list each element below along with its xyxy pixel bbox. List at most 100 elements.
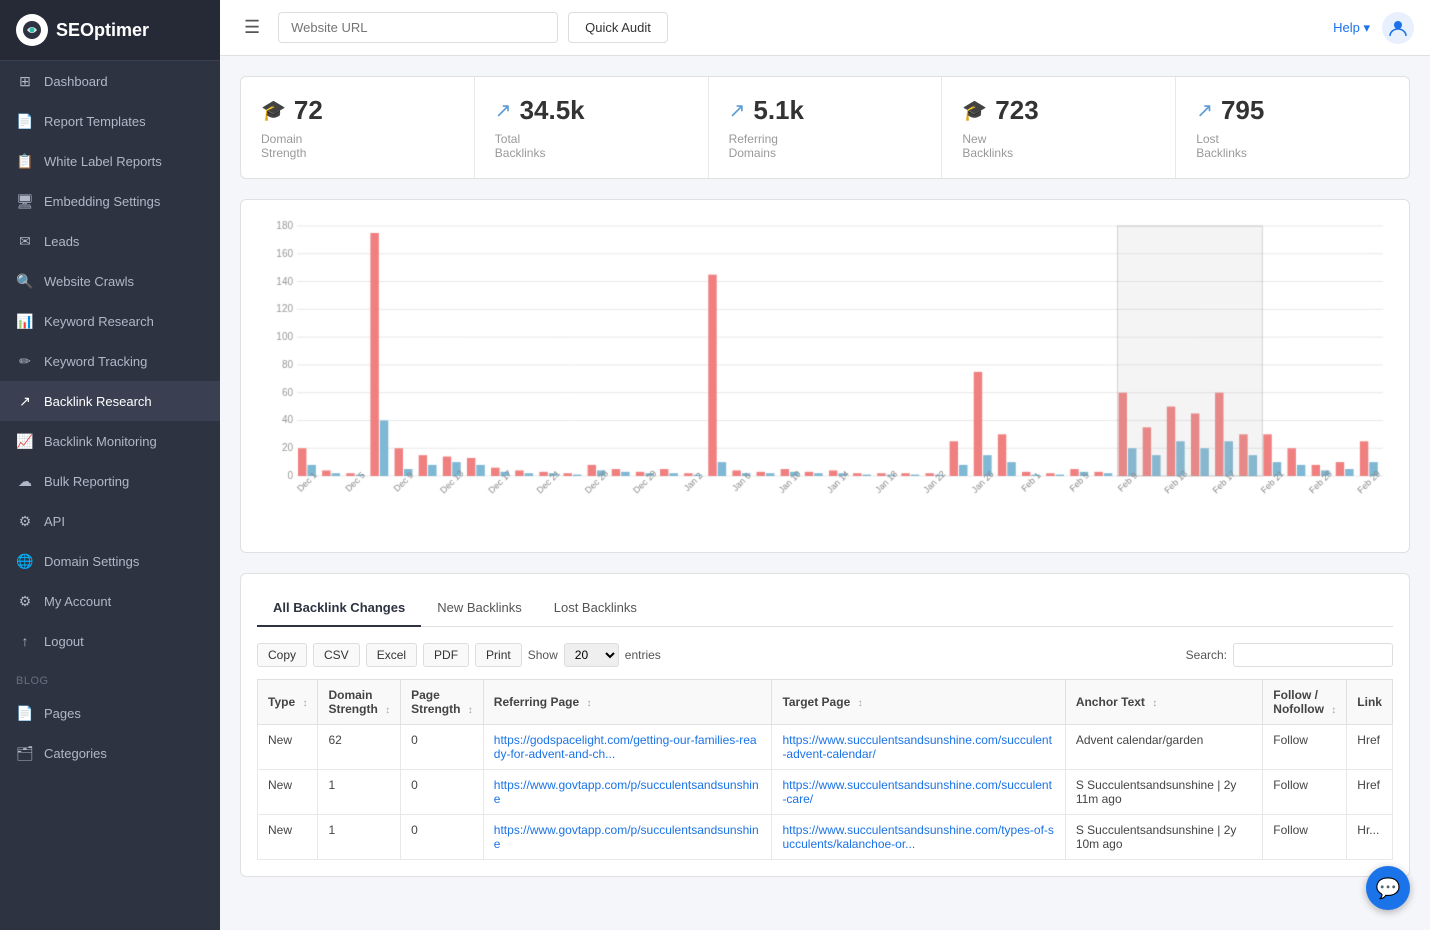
user-avatar-button[interactable]: [1382, 12, 1414, 44]
hamburger-button[interactable]: ☰: [236, 13, 268, 42]
sidebar-item-website-crawls[interactable]: 🔍 Website Crawls: [0, 261, 220, 301]
sidebar-item-api[interactable]: ⚙ API: [0, 501, 220, 541]
col-type[interactable]: Type ↕: [258, 680, 318, 725]
stats-row: 🎓 72 DomainStrength ↗ 34.5k TotalBacklin…: [240, 76, 1410, 179]
cell-anchor-text: Advent calendar/garden: [1065, 725, 1262, 770]
bar-chart: [257, 216, 1393, 536]
cell-domain-strength: 1: [318, 770, 401, 815]
embedding-icon: 🖥: [16, 192, 34, 210]
stat-referring-domains: ↗ 5.1k ReferringDomains: [709, 77, 943, 178]
col-page-strength[interactable]: PageStrength ↕: [401, 680, 484, 725]
copy-button[interactable]: Copy: [257, 643, 307, 667]
main-content: ☰ Quick Audit Help ▾ 🎓 72 DomainStrength: [220, 0, 1430, 930]
col-target-page[interactable]: Target Page ↕: [772, 680, 1065, 725]
header: ☰ Quick Audit Help ▾: [220, 0, 1430, 56]
new-backlinks-value: 723: [995, 95, 1038, 126]
table-controls: Copy CSV Excel PDF Print Show 20 10 50 1…: [257, 643, 1393, 667]
quick-audit-button[interactable]: Quick Audit: [568, 12, 668, 43]
sidebar-item-embedding-settings[interactable]: 🖥 Embedding Settings: [0, 181, 220, 221]
entries-select[interactable]: 20 10 50 100: [564, 643, 619, 667]
search-input[interactable]: [1233, 643, 1393, 667]
cell-type: New: [258, 770, 318, 815]
stat-lost-backlinks: ↗ 795 LostBacklinks: [1176, 77, 1409, 178]
keyword-research-icon: 📊: [16, 312, 34, 330]
referring-domains-value: 5.1k: [753, 95, 804, 126]
sidebar-item-domain-settings[interactable]: 🌐 Domain Settings: [0, 541, 220, 581]
domain-strength-value: 72: [294, 95, 323, 126]
print-button[interactable]: Print: [475, 643, 522, 667]
cell-target-page[interactable]: https://www.succulentsandsunshine.com/su…: [772, 725, 1065, 770]
sidebar-item-leads[interactable]: ✉ Leads: [0, 221, 220, 261]
sidebar-logo[interactable]: SEOptimer: [0, 0, 220, 61]
sidebar-item-backlink-research[interactable]: ↗ Backlink Research: [0, 381, 220, 421]
blog-section-label: Blog: [0, 661, 220, 693]
excel-button[interactable]: Excel: [366, 643, 417, 667]
sidebar-item-label: Categories: [44, 746, 107, 761]
cell-target-page[interactable]: https://www.succulentsandsunshine.com/ty…: [772, 815, 1065, 860]
table-row: New 1 0 https://www.govtapp.com/p/succul…: [258, 815, 1393, 860]
sidebar-item-keyword-tracking[interactable]: ✏ Keyword Tracking: [0, 341, 220, 381]
help-button[interactable]: Help ▾: [1333, 20, 1370, 36]
sidebar-item-categories[interactable]: 🗂 Categories: [0, 733, 220, 773]
sidebar-item-report-templates[interactable]: 📄 Report Templates: [0, 101, 220, 141]
col-link[interactable]: Link: [1347, 680, 1393, 725]
sidebar-item-label: Bulk Reporting: [44, 474, 129, 489]
sidebar-item-label: Dashboard: [44, 74, 108, 89]
api-icon: ⚙: [16, 512, 34, 530]
dashboard-icon: ⊞: [16, 72, 34, 90]
logo-icon: [16, 14, 48, 46]
cell-page-strength: 0: [401, 770, 484, 815]
leads-icon: ✉: [16, 232, 34, 250]
sidebar-item-bulk-reporting[interactable]: ☁ Bulk Reporting: [0, 461, 220, 501]
cell-referring-page[interactable]: https://www.govtapp.com/p/succulentsands…: [483, 770, 772, 815]
sidebar-item-label: Embedding Settings: [44, 194, 160, 209]
tabs-row: All Backlink Changes New Backlinks Lost …: [257, 590, 1393, 627]
sidebar-item-label: Website Crawls: [44, 274, 134, 289]
sidebar-item-keyword-research[interactable]: 📊 Keyword Research: [0, 301, 220, 341]
chart-container: [240, 199, 1410, 553]
stat-header: ↗ 34.5k: [495, 95, 688, 126]
stat-domain-strength: 🎓 72 DomainStrength: [241, 77, 475, 178]
chat-button[interactable]: 💬: [1366, 866, 1410, 910]
sidebar-item-pages[interactable]: 📄 Pages: [0, 693, 220, 733]
pdf-button[interactable]: PDF: [423, 643, 469, 667]
cell-referring-page[interactable]: https://www.govtapp.com/p/succulentsands…: [483, 815, 772, 860]
cell-follow: Follow: [1263, 725, 1347, 770]
col-anchor-text[interactable]: Anchor Text ↕: [1065, 680, 1262, 725]
sidebar-item-backlink-monitoring[interactable]: 📈 Backlink Monitoring: [0, 421, 220, 461]
referring-domains-label: ReferringDomains: [729, 132, 922, 160]
url-input[interactable]: [278, 12, 558, 43]
tab-new-backlinks[interactable]: New Backlinks: [421, 590, 538, 627]
col-domain-strength[interactable]: DomainStrength ↕: [318, 680, 401, 725]
stat-header: ↗ 5.1k: [729, 95, 922, 126]
cell-anchor-text: S Succulentsandsunshine | 2y 11m ago: [1065, 770, 1262, 815]
sidebar-item-dashboard[interactable]: ⊞ Dashboard: [0, 61, 220, 101]
search-label: Search:: [1186, 648, 1227, 662]
cell-link: Href: [1347, 725, 1393, 770]
report-templates-icon: 📄: [16, 112, 34, 130]
sidebar-item-logout[interactable]: ↑ Logout: [0, 621, 220, 661]
stat-total-backlinks: ↗ 34.5k TotalBacklinks: [475, 77, 709, 178]
my-account-icon: ⚙: [16, 592, 34, 610]
tab-all-backlink-changes[interactable]: All Backlink Changes: [257, 590, 421, 627]
total-backlinks-label: TotalBacklinks: [495, 132, 688, 160]
cell-referring-page[interactable]: https://godspacelight.com/getting-our-fa…: [483, 725, 772, 770]
cell-page-strength: 0: [401, 725, 484, 770]
col-referring-page[interactable]: Referring Page ↕: [483, 680, 772, 725]
cell-target-page[interactable]: https://www.succulentsandsunshine.com/su…: [772, 770, 1065, 815]
sidebar-item-label: Domain Settings: [44, 554, 139, 569]
nav-items: ⊞ Dashboard 📄 Report Templates 📋 White L…: [0, 61, 220, 661]
lost-backlinks-label: LostBacklinks: [1196, 132, 1389, 160]
tab-lost-backlinks[interactable]: Lost Backlinks: [538, 590, 653, 627]
cell-follow: Follow: [1263, 815, 1347, 860]
content-area: 🎓 72 DomainStrength ↗ 34.5k TotalBacklin…: [220, 56, 1430, 930]
col-follow[interactable]: Follow /Nofollow ↕: [1263, 680, 1347, 725]
cell-type: New: [258, 725, 318, 770]
sidebar-item-my-account[interactable]: ⚙ My Account: [0, 581, 220, 621]
table-body: New 62 0 https://godspacelight.com/getti…: [258, 725, 1393, 860]
white-label-icon: 📋: [16, 152, 34, 170]
csv-button[interactable]: CSV: [313, 643, 360, 667]
domain-strength-icon: 🎓: [261, 98, 286, 123]
sidebar-item-white-label-reports[interactable]: 📋 White Label Reports: [0, 141, 220, 181]
cell-domain-strength: 62: [318, 725, 401, 770]
